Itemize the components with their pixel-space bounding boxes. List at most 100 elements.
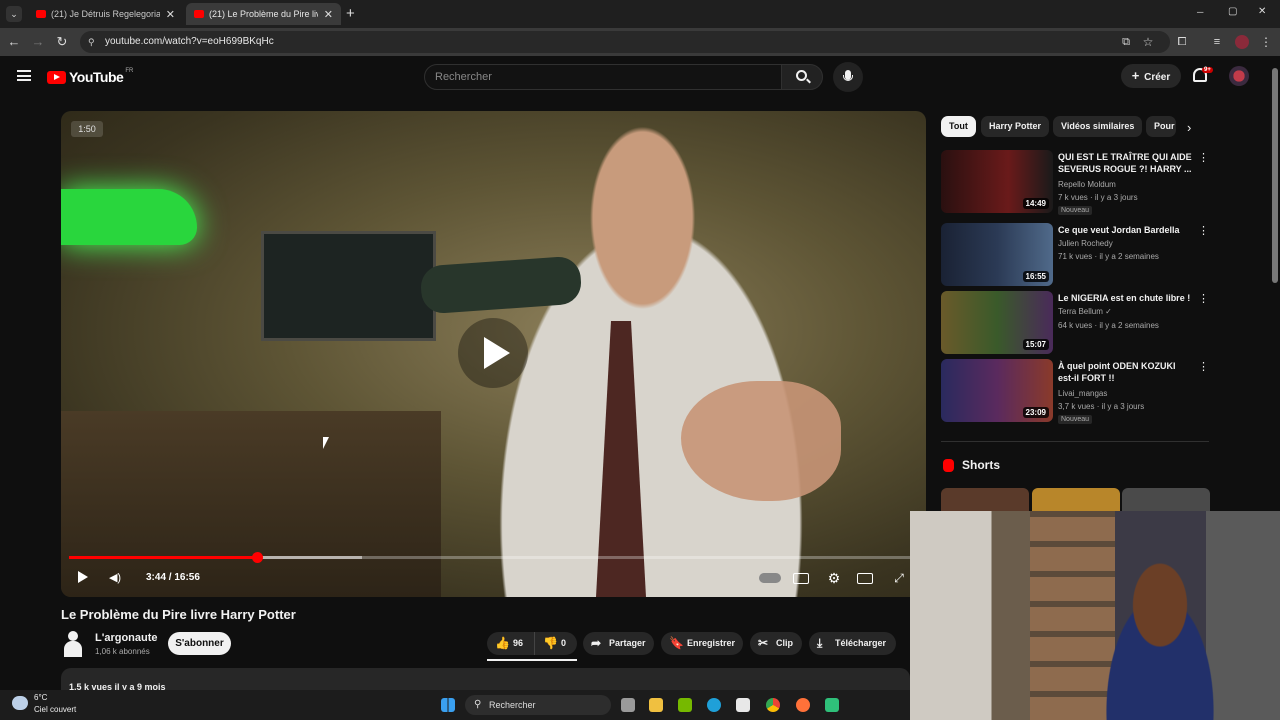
edge-icon[interactable] — [707, 698, 721, 712]
tab-close-icon[interactable]: ✕ — [324, 8, 333, 21]
youtube-logo[interactable]: YouTube FR — [47, 68, 133, 85]
video-scene-desk — [61, 411, 441, 597]
sidebar-divider — [941, 441, 1209, 442]
rec-thumbnail[interactable]: 16:55 — [941, 223, 1053, 286]
extensions-icon[interactable]: ⧠ — [1174, 34, 1190, 50]
window-close-button[interactable]: ✕ — [1258, 6, 1266, 17]
scrollbar-thumb[interactable] — [1272, 68, 1278, 283]
short-thumbnail[interactable] — [1122, 488, 1210, 511]
progress-bar[interactable] — [69, 552, 918, 563]
short-thumbnail[interactable] — [1032, 488, 1120, 511]
like-button[interactable]: 👍 96 — [487, 632, 534, 655]
rec-more-icon[interactable]: ⋮ — [1198, 292, 1209, 305]
play-icon[interactable] — [74, 571, 92, 585]
rec-title[interactable]: Ce que veut Jordan Bardella — [1058, 224, 1193, 236]
taskbar-search-input[interactable]: ⚲ Rechercher — [465, 695, 611, 715]
forward-arrow-icon[interactable]: → — [30, 34, 46, 50]
store-icon[interactable] — [736, 698, 750, 712]
task-view-icon[interactable] — [621, 698, 635, 712]
chip-for-you[interactable]: Pour — [1146, 116, 1176, 137]
subscribe-button[interactable]: S'abonner — [168, 632, 231, 655]
window-minimize-button[interactable]: ─ — [1197, 7, 1203, 17]
short-thumbnail[interactable] — [941, 488, 1029, 511]
search-input[interactable]: Rechercher — [424, 64, 782, 90]
chip-harry-potter[interactable]: Harry Potter — [981, 116, 1050, 137]
rec-title[interactable]: QUI EST LE TRAÎTRE QUI AIDE SEVERUS ROGU… — [1058, 151, 1193, 175]
channel-name[interactable]: L'argonaute — [95, 632, 158, 644]
shorts-section-title: Shorts — [962, 458, 1001, 472]
download-button[interactable]: ⤓ Télécharger — [809, 632, 896, 655]
tab-list-icon[interactable]: ⌄ — [6, 6, 22, 22]
site-info-icon[interactable]: ⚲ — [88, 31, 95, 53]
chrome-icon[interactable] — [766, 698, 780, 712]
rec-new-badge: Nouveau — [1058, 206, 1093, 215]
profile-avatar[interactable] — [1235, 35, 1249, 49]
weather-icon[interactable] — [12, 696, 28, 710]
tab-close-icon[interactable]: ✕ — [166, 8, 175, 21]
share-button[interactable]: ➦ Partager — [583, 632, 654, 655]
page-scrollbar[interactable] — [1270, 56, 1280, 511]
browser-tab-1[interactable]: (21) Je Détruis Regelegoria (ne ✕ — [28, 3, 183, 25]
rec-thumbnail[interactable]: 14:49 — [941, 150, 1053, 213]
app-icon[interactable] — [825, 698, 839, 712]
save-button[interactable]: 🔖 Enregistrer — [661, 632, 743, 655]
miniplayer-icon[interactable] — [857, 573, 873, 584]
subtitles-icon[interactable] — [793, 573, 809, 584]
rec-more-icon[interactable]: ⋮ — [1198, 224, 1209, 237]
clip-button[interactable]: ✂ Clip — [750, 632, 802, 655]
autoplay-toggle[interactable] — [759, 573, 781, 583]
rec-thumbnail[interactable]: 15:07 — [941, 291, 1053, 354]
center-play-icon[interactable] — [458, 318, 528, 388]
rec-channel[interactable]: Livai_mangas — [1058, 389, 1107, 398]
window-maximize-button[interactable]: ▢ — [1228, 6, 1237, 17]
account-avatar[interactable] — [1229, 66, 1249, 86]
chapter-badge: 1:50 — [71, 121, 103, 137]
media-controls-icon[interactable]: ≡ — [1209, 34, 1225, 50]
rec-channel[interactable]: Julien Rochedy — [1058, 239, 1113, 248]
back-arrow-icon[interactable]: ← — [6, 34, 22, 50]
rec-title[interactable]: À quel point ODEN KOZUKI est-il FORT !! — [1058, 360, 1193, 384]
new-tab-button[interactable]: + — [346, 5, 355, 22]
video-player[interactable]: 1:50 ◀) 3:44 / 16:56 ⚙ ⤢ — [61, 111, 926, 597]
channel-subscribers: 1,06 k abonnés — [95, 647, 150, 656]
voice-search-button[interactable] — [833, 62, 863, 92]
browser-menu-icon[interactable]: ⋮ — [1258, 34, 1274, 50]
rec-duration: 16:55 — [1022, 271, 1049, 282]
rec-new-badge: Nouveau — [1058, 415, 1093, 424]
settings-gear-icon[interactable]: ⚙ — [825, 571, 843, 585]
search-button[interactable] — [781, 64, 823, 90]
weather-description: Ciel couvert — [34, 705, 77, 714]
rec-title[interactable]: Le NIGERIA est en chute libre ! — [1058, 292, 1193, 304]
chip-similar-videos[interactable]: Vidéos similaires — [1053, 116, 1143, 137]
youtube-play-logo-icon — [47, 70, 66, 84]
rec-thumbnail[interactable]: 23:09 — [941, 359, 1053, 422]
chip-all[interactable]: Tout — [941, 116, 976, 137]
video-scene-green-lamp — [61, 189, 197, 245]
youtube-favicon-icon — [194, 10, 204, 18]
chevron-right-icon[interactable]: › — [1187, 120, 1191, 135]
install-app-icon[interactable]: ⧉ — [1118, 34, 1134, 50]
windows-start-icon[interactable] — [441, 698, 455, 712]
rec-channel[interactable]: Repello Moldum — [1058, 180, 1116, 189]
progress-scrubber-handle[interactable] — [251, 552, 263, 563]
reload-icon[interactable]: ↻ — [54, 34, 70, 50]
clip-label: Clip — [776, 638, 793, 648]
progress-played — [69, 556, 257, 559]
rec-more-icon[interactable]: ⋮ — [1198, 151, 1209, 164]
fullscreen-icon[interactable]: ⤢ — [890, 571, 908, 585]
url-field[interactable]: ⚲ youtube.com/watch?v=eoH699BKqHc — [80, 31, 1170, 53]
volume-icon[interactable]: ◀) — [106, 571, 124, 585]
create-button[interactable]: + Créer — [1121, 64, 1181, 88]
file-explorer-icon[interactable] — [649, 698, 663, 712]
browser-tab-2[interactable]: (21) Le Problème du Pire livre H ✕ — [186, 3, 341, 25]
channel-avatar[interactable] — [61, 629, 85, 657]
rec-channel[interactable]: Terra Bellum ✓ — [1058, 307, 1112, 316]
hamburger-menu-icon[interactable] — [17, 70, 31, 81]
thumbs-up-icon: 👍 — [495, 636, 510, 650]
rec-more-icon[interactable]: ⋮ — [1198, 360, 1209, 373]
firefox-icon[interactable] — [796, 698, 810, 712]
nvidia-icon[interactable] — [678, 698, 692, 712]
bookmark-star-icon[interactable]: ☆ — [1140, 34, 1156, 50]
save-label: Enregistrer — [687, 638, 736, 648]
dislike-button[interactable]: 👎 0 — [534, 632, 577, 655]
